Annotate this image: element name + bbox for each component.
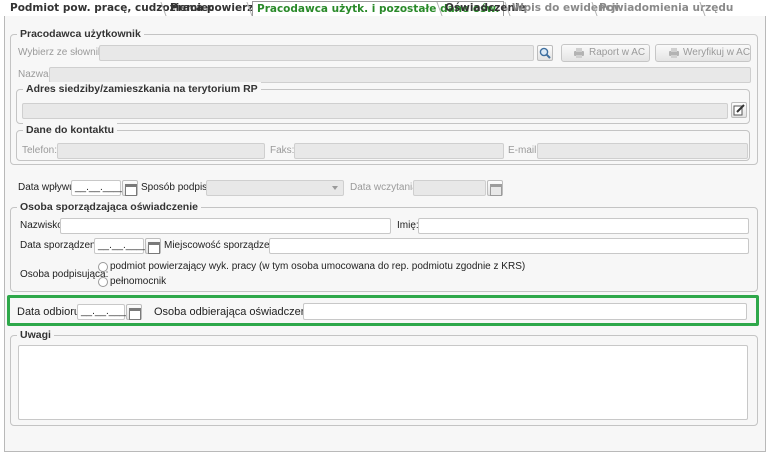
search-icon (539, 47, 551, 59)
remarks-legend: Uwagi (17, 328, 54, 342)
signer-radio-entity[interactable] (98, 262, 108, 272)
address-legend: Adres siedziby/zamieszkania na terytoriu… (23, 82, 261, 96)
prep-date-input[interactable]: __.__.____ (94, 238, 148, 254)
pickup-person-label: Osoba odbierająca oświadczenie: (154, 306, 319, 318)
load-date-label: Data wczytania: (350, 182, 421, 193)
verify-ac-label: Weryfikuj w AC (683, 47, 751, 58)
sign-method-label: Sposób podpisu: (141, 182, 216, 193)
pickup-date-label: Data odbioru: (17, 306, 84, 318)
load-date-input[interactable] (413, 180, 486, 196)
remarks-textarea[interactable] (18, 345, 748, 420)
firstname-input[interactable] (418, 218, 749, 234)
edit-icon (733, 104, 745, 116)
preparer-legend: Osoba sporządzająca oświadczenie (17, 200, 201, 214)
firstname-label: Imię: (397, 220, 419, 231)
surname-label: Nazwisko: (20, 220, 66, 231)
chevron-down-icon (332, 186, 338, 190)
received-date-label: Data wpływu: (18, 182, 78, 193)
signer-radio-proxy[interactable] (98, 277, 108, 287)
email-label: E-mail: (508, 145, 540, 156)
search-button[interactable] (537, 45, 553, 61)
prep-date-picker[interactable] (145, 238, 161, 254)
name-label: Nazwa: (18, 69, 52, 80)
place-input[interactable] (269, 238, 749, 254)
place-label: Miejscowość sporządzenia: (164, 240, 286, 251)
load-date-picker[interactable] (487, 180, 503, 196)
verify-icon (669, 48, 679, 58)
report-icon (574, 48, 584, 58)
dictionary-label: Wybierz ze słownika: (18, 47, 112, 58)
email-input[interactable] (537, 143, 748, 159)
sign-method-select[interactable] (206, 180, 344, 196)
report-ac-label: Raport w AC (589, 47, 646, 58)
received-date-picker[interactable] (122, 180, 138, 196)
signer-option-proxy-label: pełnomocnik (110, 276, 167, 287)
name-input[interactable] (49, 67, 751, 83)
surname-input[interactable] (60, 218, 391, 234)
phone-input[interactable] (57, 143, 265, 159)
edit-address-button[interactable] (731, 102, 747, 118)
fax-input[interactable] (294, 143, 504, 159)
signer-label: Osoba podpisująca: (20, 269, 109, 280)
contact-legend: Dane do kontaktu (23, 123, 118, 137)
received-date-input[interactable]: __.__.____ (71, 180, 125, 196)
pickup-date-picker[interactable] (126, 304, 142, 320)
pickup-date-input[interactable]: __.__.____ (77, 304, 131, 320)
employer-legend: Pracodawca użytkownik (17, 27, 144, 41)
report-ac-button[interactable]: Raport w AC (561, 44, 650, 62)
signer-option-entity-label: podmiot powierzający wyk. pracy (w tym o… (110, 261, 526, 272)
dictionary-input[interactable] (99, 45, 534, 61)
phone-label: Telefon: (22, 145, 58, 156)
fax-label: Faks: (270, 145, 295, 156)
verify-ac-button[interactable]: Weryfikuj w AC (655, 44, 751, 62)
pickup-person-input[interactable] (303, 303, 747, 320)
address-input[interactable] (22, 103, 728, 119)
